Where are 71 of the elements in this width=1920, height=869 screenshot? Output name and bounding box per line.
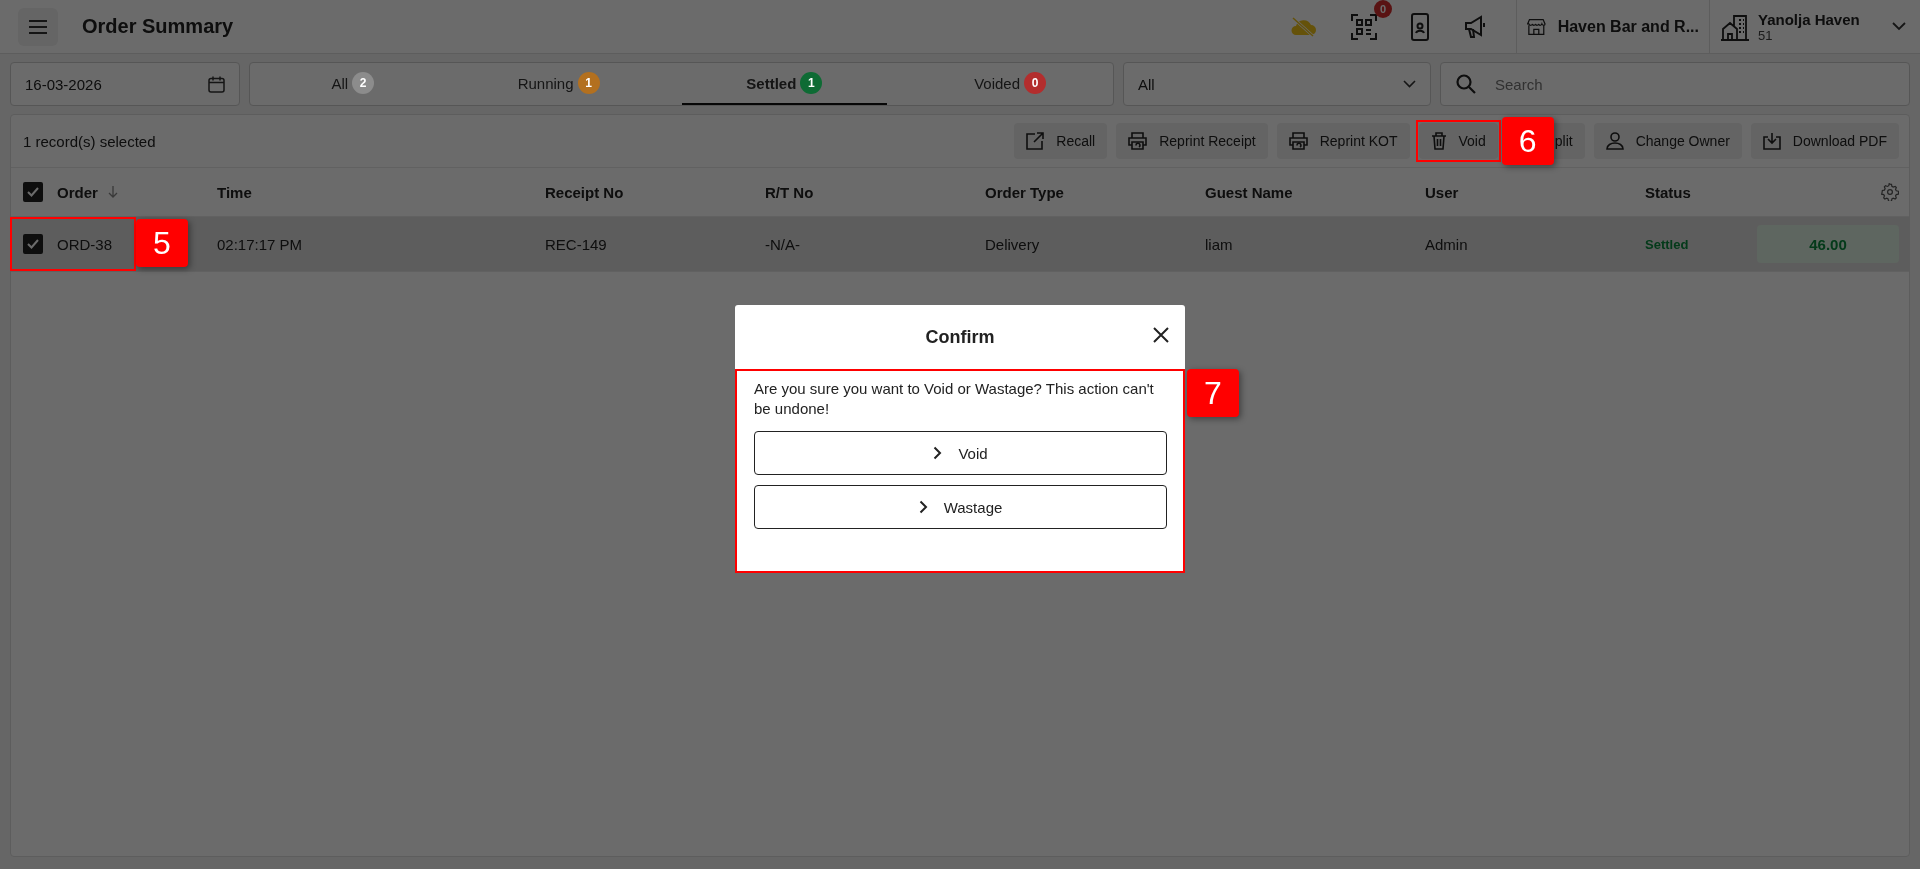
count-badge: 1 xyxy=(577,72,600,94)
status-tab[interactable]: Settled 1 xyxy=(681,63,888,105)
column-header[interactable]: Order xyxy=(57,183,98,201)
external-link-icon xyxy=(1026,132,1045,150)
person-icon xyxy=(1605,132,1624,150)
checkmark-icon[interactable] xyxy=(27,187,39,197)
status-label: Settled xyxy=(1645,236,1689,252)
printer-icon xyxy=(1288,132,1308,150)
user-id: 51 xyxy=(1758,27,1773,43)
page-title: Order Summary xyxy=(82,15,234,38)
search-field[interactable]: Search xyxy=(1440,62,1910,106)
search-icon xyxy=(1456,74,1476,94)
date-field[interactable]: 16-03-2026 xyxy=(10,62,240,106)
count-badge: 1 xyxy=(800,72,823,94)
toolbar-button[interactable]: Download PDF xyxy=(1750,123,1899,159)
table-cell: ORD-38 xyxy=(57,235,112,253)
status-tab[interactable]: Voided 0 xyxy=(907,63,1113,105)
dialog-title: Confirm xyxy=(925,326,995,348)
table-cell: liam xyxy=(1205,235,1233,253)
option-button[interactable]: Wastage xyxy=(754,485,1167,529)
toolbar-button[interactable]: Recall xyxy=(1014,123,1108,159)
menu-icon[interactable] xyxy=(28,18,48,35)
column-header[interactable]: Guest Name xyxy=(1205,183,1293,201)
table-row[interactable]: ORD-38 5 02:17:17 PM REC-149 -N/A- Delivery liam Admin Settled 46.00 xyxy=(11,217,1909,272)
option-button[interactable]: Void xyxy=(754,431,1167,475)
user-name: Yanolja Haven xyxy=(1758,10,1861,28)
status-tab[interactable]: Running 1 xyxy=(455,63,662,105)
selection-count: 1 record(s) selected xyxy=(23,132,156,150)
store-name[interactable]: Haven Bar and R... xyxy=(1557,17,1699,36)
dialog-message: Are you sure you want to Void or Wastage? This action can't be undone! xyxy=(754,379,1155,419)
sort-arrow-icon[interactable] xyxy=(107,186,118,198)
notification-count: 0 xyxy=(1374,0,1392,18)
column-header[interactable]: User xyxy=(1425,183,1459,201)
step-callout: 6 xyxy=(1501,117,1554,165)
chevron-right-icon xyxy=(918,500,928,514)
row-checkbox[interactable] xyxy=(23,234,43,254)
checkmark-icon[interactable] xyxy=(27,239,39,249)
calendar-icon[interactable] xyxy=(208,75,225,93)
toolbar-button[interactable]: Reprint Receipt xyxy=(1116,123,1268,159)
phone-icon[interactable] xyxy=(1411,12,1429,41)
toolbar-button[interactable]: Change Owner xyxy=(1593,123,1742,159)
amount-pill: 46.00 xyxy=(1757,225,1899,263)
status-tab[interactable]: All 2 xyxy=(250,63,456,105)
column-header[interactable]: Order Type xyxy=(985,183,1064,201)
qr-scan-icon[interactable] xyxy=(1351,13,1377,40)
menu-button[interactable] xyxy=(18,7,58,46)
toolbar-button[interactable]: plit xyxy=(1553,123,1585,159)
trash-icon xyxy=(1430,132,1447,150)
building-icon xyxy=(1720,12,1750,41)
toolbar-button[interactable]: Reprint KOT xyxy=(1276,123,1410,159)
column-header[interactable]: Status xyxy=(1645,183,1691,201)
download-icon xyxy=(1762,132,1781,150)
table-cell: Delivery xyxy=(985,235,1040,253)
column-header[interactable]: R/T No xyxy=(765,183,814,201)
table-cell: REC-149 xyxy=(545,235,607,253)
chevron-right-icon xyxy=(933,446,943,460)
order-type-select[interactable]: All xyxy=(1123,62,1431,106)
step-callout: 7 xyxy=(1187,369,1239,417)
step-callout: 5 xyxy=(136,219,188,267)
table-cell: -N/A- xyxy=(765,235,800,253)
select-all-checkbox[interactable] xyxy=(23,182,43,202)
chevron-down-icon[interactable] xyxy=(1892,22,1906,31)
column-header[interactable]: Time xyxy=(217,183,252,201)
table-cell: 02:17:17 PM xyxy=(217,235,303,253)
printer-icon xyxy=(1128,132,1148,150)
settings-icon[interactable] xyxy=(1881,183,1899,201)
table-cell: Admin xyxy=(1425,235,1468,253)
count-badge: 0 xyxy=(1024,72,1047,94)
count-badge: 2 xyxy=(352,72,375,94)
column-header[interactable]: Receipt No xyxy=(545,183,624,201)
chevron-down-icon xyxy=(1403,80,1416,88)
